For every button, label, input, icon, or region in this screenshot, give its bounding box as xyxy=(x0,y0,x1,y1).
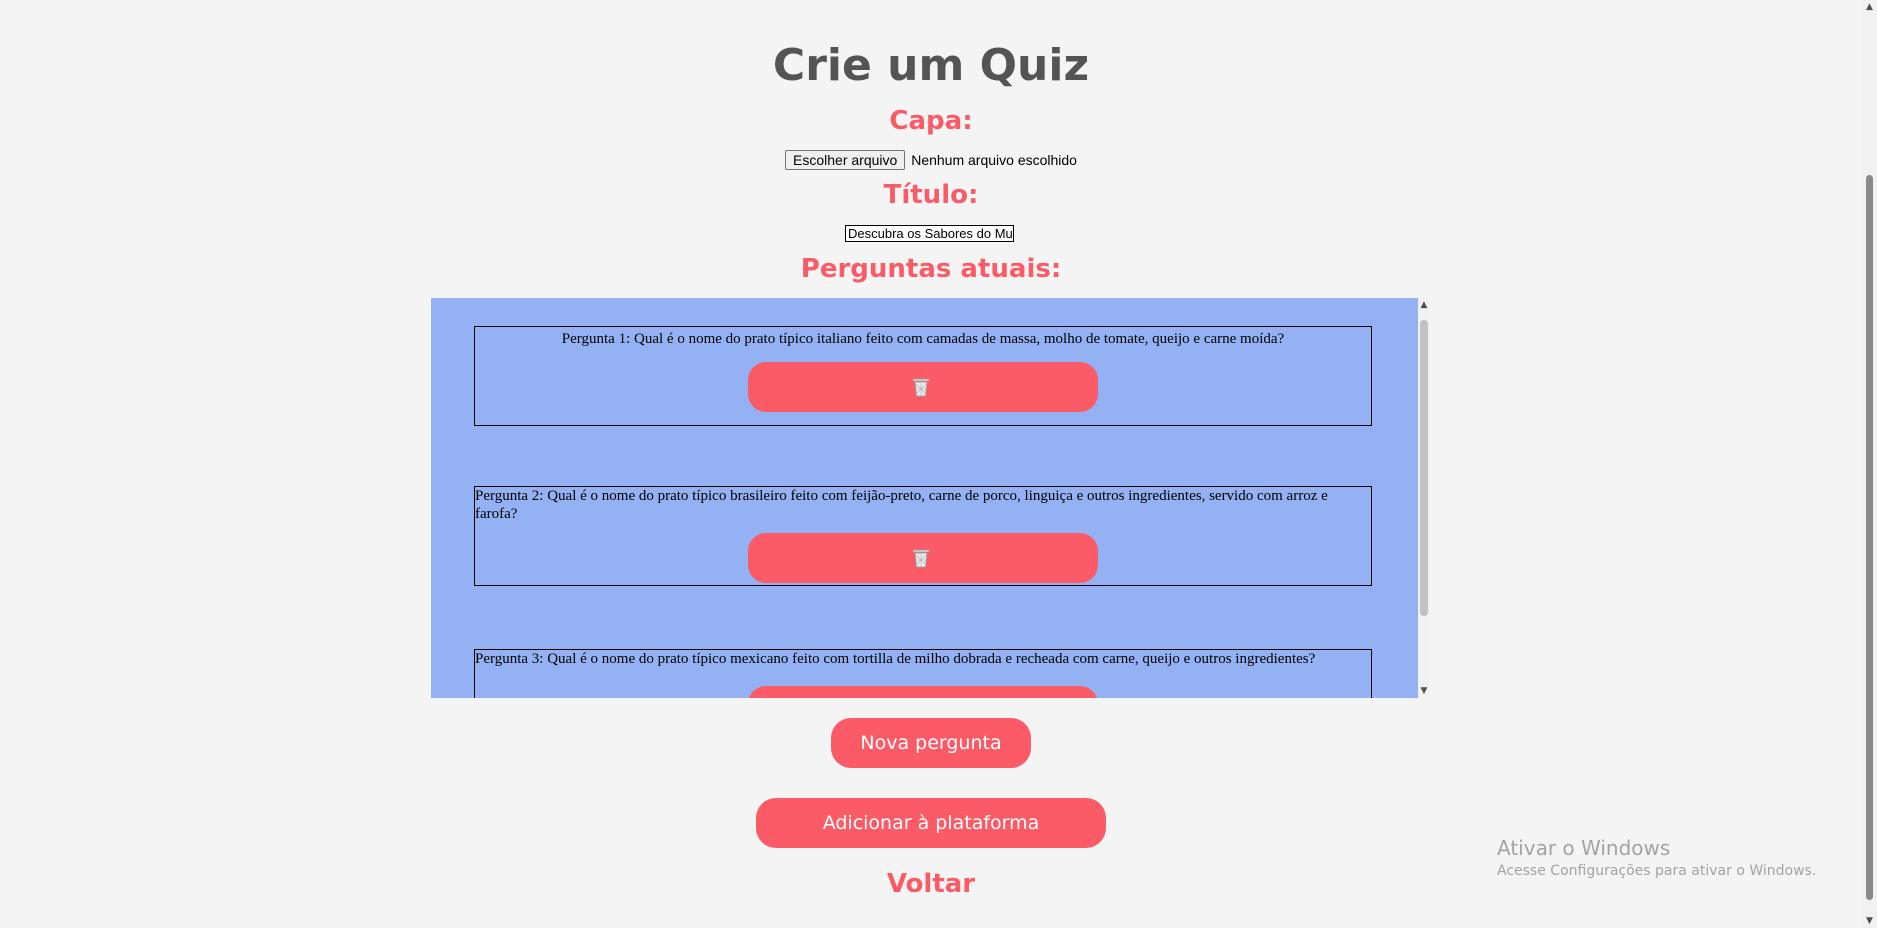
cover-label: Capa: xyxy=(889,106,973,136)
watermark-subtitle: Acesse Configurações para ativar o Windo… xyxy=(1497,863,1817,879)
page-title: Crie um Quiz xyxy=(772,40,1090,91)
question-card: Pergunta 2: Qual é o nome do prato típic… xyxy=(474,486,1372,586)
trash-icon xyxy=(912,549,930,568)
choose-file-button[interactable]: Escolher arquivo xyxy=(785,150,906,170)
question-text: Pergunta 3: Qual é o nome do prato típic… xyxy=(475,651,1316,667)
add-to-platform-button[interactable]: Adicionar à plataforma xyxy=(756,798,1106,848)
cover-file-input[interactable]: Escolher arquivo Nenhum arquivo escolhid… xyxy=(0,150,1862,170)
delete-question-button[interactable] xyxy=(748,686,1098,698)
question-card: Pergunta 1: Qual é o nome do prato típic… xyxy=(474,326,1372,426)
question-text: Pergunta 2: Qual é o nome do prato típic… xyxy=(475,488,1328,522)
scroll-up-arrow-icon[interactable]: ▲ xyxy=(1418,298,1430,312)
page-scroll-up-icon[interactable]: ▲ xyxy=(1862,0,1877,14)
delete-question-button[interactable] xyxy=(748,533,1098,583)
title-input[interactable]: Descubra os Sabores do Mu xyxy=(845,225,1014,242)
new-question-button[interactable]: Nova pergunta xyxy=(831,718,1031,768)
question-card: Pergunta 3: Qual é o nome do prato típic… xyxy=(474,649,1372,698)
trash-icon xyxy=(912,378,930,397)
windows-activation-watermark: Ativar o Windows Acesse Configurações pa… xyxy=(1497,835,1816,881)
watermark-title: Ativar o Windows xyxy=(1497,836,1671,860)
delete-question-button[interactable] xyxy=(748,362,1098,412)
question-text: Pergunta 1: Qual é o nome do prato típic… xyxy=(561,331,1285,347)
scroll-down-arrow-icon[interactable]: ▼ xyxy=(1418,684,1430,698)
scroll-thumb[interactable] xyxy=(1420,320,1428,616)
page-scrollbar[interactable]: ▲ ▼ xyxy=(1862,0,1877,928)
page-scroll-down-icon[interactable]: ▼ xyxy=(1862,914,1877,928)
questions-scrollbar[interactable]: ▲ ▼ xyxy=(1418,298,1430,698)
questions-list[interactable]: Pergunta 1: Qual é o nome do prato típic… xyxy=(431,298,1430,698)
page-scroll-thumb[interactable] xyxy=(1866,175,1873,900)
current-questions-label: Perguntas atuais: xyxy=(800,254,1062,284)
title-label: Título: xyxy=(883,180,979,210)
file-status-text: Nenhum arquivo escolhido xyxy=(911,152,1077,168)
